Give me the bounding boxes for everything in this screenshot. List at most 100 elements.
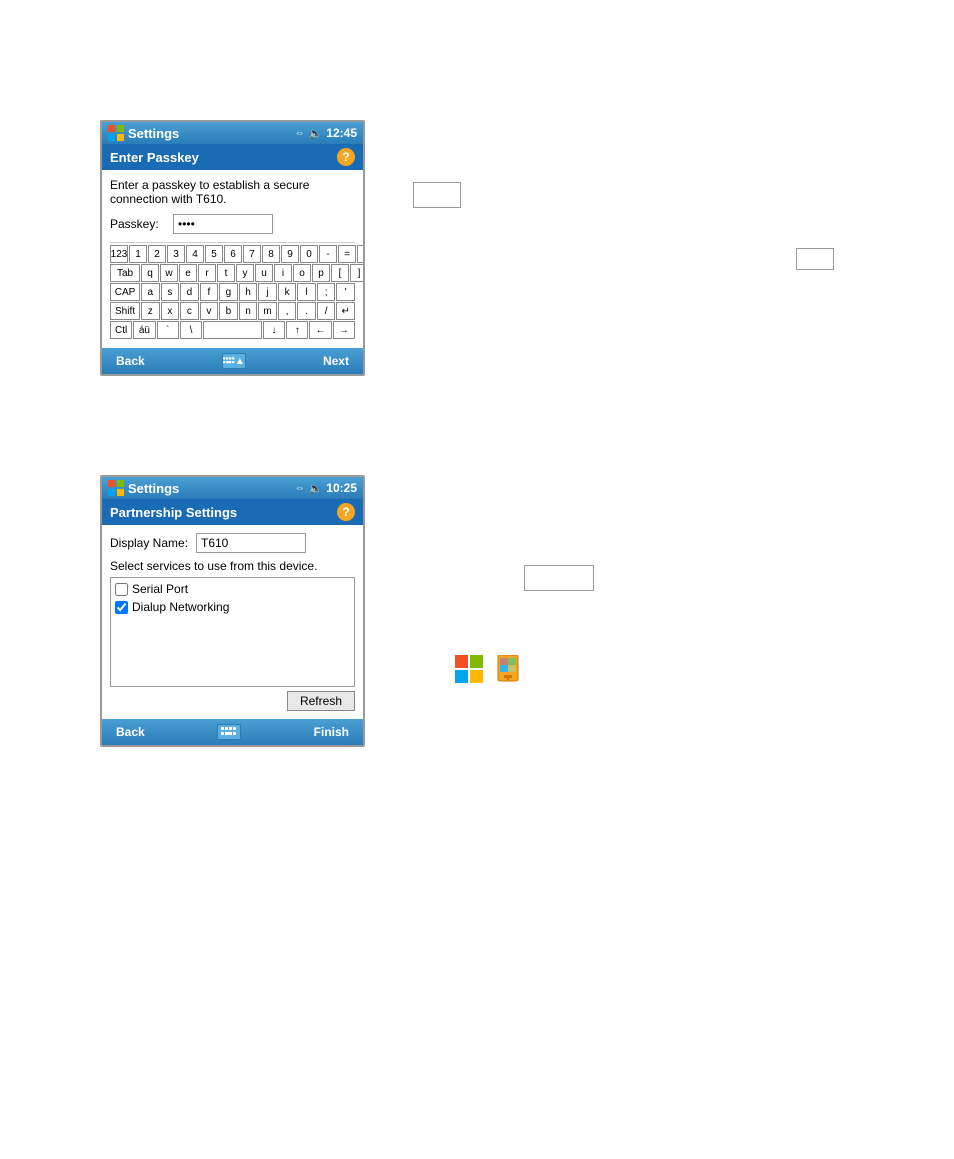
key-slash[interactable]: /: [317, 302, 336, 320]
key-0[interactable]: 0: [300, 245, 318, 263]
screen2-dialup-checkbox[interactable]: [115, 601, 128, 614]
key-y[interactable]: y: [236, 264, 254, 282]
kb-row-1: 123 1 2 3 4 5 6 7 8 9 0 - = ←: [110, 245, 355, 263]
key-semicolon[interactable]: ;: [317, 283, 336, 301]
key-2[interactable]: 2: [148, 245, 166, 263]
key-enter[interactable]: ↵: [336, 302, 355, 320]
screen1-passkey-row: Passkey:: [110, 214, 355, 234]
key-up[interactable]: ↑: [286, 321, 308, 339]
key-u[interactable]: u: [255, 264, 273, 282]
screen2-displayname-row: Display Name:: [110, 533, 355, 553]
key-k[interactable]: k: [278, 283, 297, 301]
screen1-keyboard: 123 1 2 3 4 5 6 7 8 9 0 - = ← Tab q w e: [110, 242, 355, 339]
key-h[interactable]: h: [239, 283, 258, 301]
key-tab[interactable]: Tab: [110, 264, 140, 282]
key-123[interactable]: 123: [110, 245, 128, 263]
key-6[interactable]: 6: [224, 245, 242, 263]
screen1-help-icon[interactable]: ?: [337, 148, 355, 166]
screen1-passkey-input[interactable]: [173, 214, 273, 234]
screen2-bottom-bar: Back Finish: [102, 719, 363, 745]
screen2-keyboard-toggle-icon[interactable]: [217, 724, 241, 740]
key-v[interactable]: v: [200, 302, 219, 320]
key-ctl[interactable]: Ctl: [110, 321, 132, 339]
key-5[interactable]: 5: [205, 245, 223, 263]
small-rect-2: [796, 248, 834, 270]
key-backtick[interactable]: `: [157, 321, 179, 339]
key-j[interactable]: j: [258, 283, 277, 301]
key-f[interactable]: f: [200, 283, 219, 301]
screen1-next-button[interactable]: Next: [317, 352, 355, 370]
key-period[interactable]: .: [297, 302, 316, 320]
screen2-titlebar: Settings ⇔ 🔈 10:25: [102, 477, 363, 499]
screen2-displayname-input[interactable]: [196, 533, 306, 553]
screen2-serialport-checkbox[interactable]: [115, 583, 128, 596]
screen2-time: 10:25: [326, 481, 357, 495]
key-b[interactable]: b: [219, 302, 238, 320]
screen1-titlebar: Settings ⇔ 🔈 12:45: [102, 122, 363, 144]
key-backspace[interactable]: ←: [357, 245, 365, 263]
key-equals[interactable]: =: [338, 245, 356, 263]
screen1-passkey-label: Passkey:: [110, 217, 165, 231]
screen1-description: Enter a passkey to establish a secure co…: [110, 178, 355, 206]
screen1-signal-icon: ⇔: [295, 128, 305, 139]
key-s[interactable]: s: [161, 283, 180, 301]
key-1[interactable]: 1: [129, 245, 147, 263]
key-backslash[interactable]: \: [180, 321, 202, 339]
device-icon: [495, 655, 521, 683]
key-cap[interactable]: CAP: [110, 283, 140, 301]
key-rbracket[interactable]: ]: [350, 264, 365, 282]
screen1-time: 12:45: [326, 126, 357, 140]
key-auu[interactable]: áü: [133, 321, 155, 339]
key-d[interactable]: d: [180, 283, 199, 301]
screen2-serialport-label: Serial Port: [132, 582, 188, 596]
key-a[interactable]: a: [141, 283, 160, 301]
key-minus[interactable]: -: [319, 245, 337, 263]
key-8[interactable]: 8: [262, 245, 280, 263]
key-e[interactable]: e: [179, 264, 197, 282]
screen1-keyboard-toggle-icon[interactable]: ▲: [222, 353, 246, 369]
key-i[interactable]: i: [274, 264, 292, 282]
key-lbracket[interactable]: [: [331, 264, 349, 282]
key-o[interactable]: o: [293, 264, 311, 282]
key-shift[interactable]: Shift: [110, 302, 140, 320]
screen2-volume-icon: 🔈: [309, 482, 323, 495]
screen1-volume-icon: 🔈: [309, 127, 323, 140]
key-g[interactable]: g: [219, 283, 238, 301]
kb-row-2: Tab q w e r t y u i o p [ ]: [110, 264, 355, 282]
key-space[interactable]: [203, 321, 262, 339]
key-7[interactable]: 7: [243, 245, 261, 263]
key-quote[interactable]: ': [336, 283, 355, 301]
key-p[interactable]: p: [312, 264, 330, 282]
key-c[interactable]: c: [180, 302, 199, 320]
key-3[interactable]: 3: [167, 245, 185, 263]
key-r[interactable]: r: [198, 264, 216, 282]
key-9[interactable]: 9: [281, 245, 299, 263]
key-4[interactable]: 4: [186, 245, 204, 263]
screen2-service-dialup: Dialup Networking: [115, 600, 350, 614]
key-n[interactable]: n: [239, 302, 258, 320]
key-down[interactable]: ↓: [263, 321, 285, 339]
desktop-icon-windows[interactable]: [455, 655, 483, 683]
screen2-finish-button[interactable]: Finish: [308, 723, 355, 741]
screen2-refresh-button[interactable]: Refresh: [287, 691, 355, 711]
key-t[interactable]: t: [217, 264, 235, 282]
key-z[interactable]: z: [141, 302, 160, 320]
key-w[interactable]: w: [160, 264, 178, 282]
key-x[interactable]: x: [161, 302, 180, 320]
screen2-back-button[interactable]: Back: [110, 723, 151, 741]
screen2-section-header: Partnership Settings ?: [102, 499, 363, 525]
key-left[interactable]: ←: [309, 321, 331, 339]
key-m[interactable]: m: [258, 302, 277, 320]
desktop-icon-device[interactable]: [495, 655, 521, 683]
screen1-title: Settings: [128, 126, 179, 141]
screen2-displayname-label: Display Name:: [110, 536, 190, 550]
screen2-title: Settings: [128, 481, 179, 496]
screen1-back-button[interactable]: Back: [110, 352, 151, 370]
small-rect-3: [524, 565, 594, 591]
key-l[interactable]: l: [297, 283, 316, 301]
key-right[interactable]: →: [333, 321, 355, 339]
screen2-signal-icon: ⇔: [295, 483, 305, 494]
screen2-help-icon[interactable]: ?: [337, 503, 355, 521]
key-q[interactable]: q: [141, 264, 159, 282]
key-comma[interactable]: ,: [278, 302, 297, 320]
